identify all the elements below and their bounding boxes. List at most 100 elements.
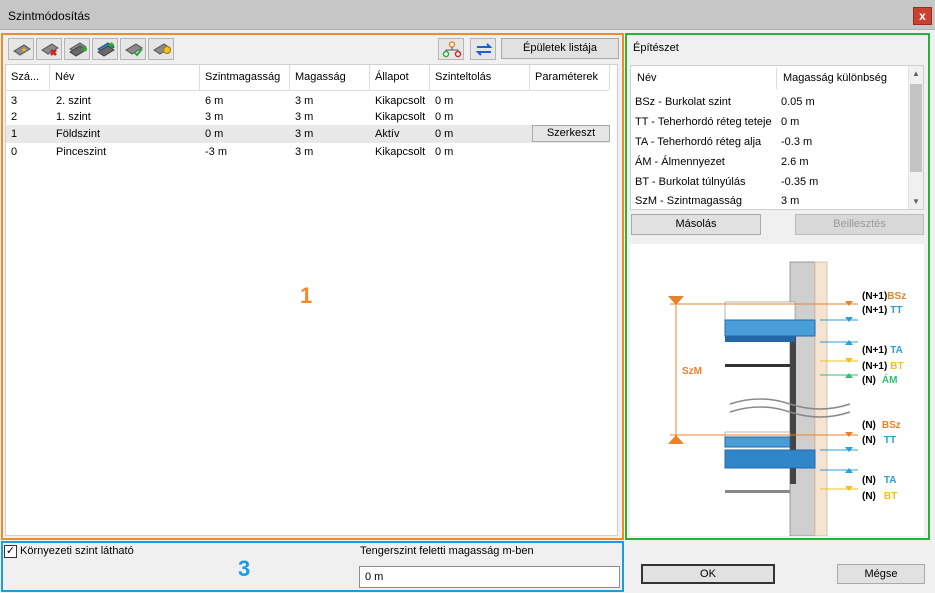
cell-height: 3 m bbox=[295, 146, 314, 158]
cancel-button[interactable]: Mégse bbox=[837, 564, 925, 584]
scroll-up-icon[interactable]: ▲ bbox=[909, 66, 923, 81]
table-row[interactable]: 2 1. szint 3 m 3 m Kikapcsolt 0 m bbox=[6, 108, 609, 126]
cell-offset: 0 m bbox=[435, 146, 454, 158]
label-code: BT bbox=[884, 491, 897, 502]
level-properties-icon[interactable] bbox=[120, 38, 146, 60]
label-code: BSz bbox=[887, 291, 906, 302]
paste-button[interactable]: Beillesztés bbox=[795, 214, 924, 235]
lower-label-ta: (N) TA bbox=[862, 475, 896, 486]
cell-offset: 0 m bbox=[435, 111, 454, 123]
label-prefix: (N) bbox=[862, 435, 876, 446]
section-marker-3: 3 bbox=[238, 556, 251, 581]
cell-state: Kikapcsolt bbox=[375, 111, 426, 123]
column-header-number[interactable]: Szá... bbox=[6, 65, 50, 90]
table-row[interactable]: 0 Pinceszint -3 m 3 m Kikapcsolt 0 m bbox=[6, 143, 609, 161]
architecture-list: Név Magasság különbség BSz - Burkolat sz… bbox=[630, 65, 924, 210]
column-header-parameters[interactable]: Paraméterek bbox=[530, 65, 610, 90]
label-prefix: (N) bbox=[862, 491, 876, 502]
lower-label-bt: (N) BT bbox=[862, 491, 897, 502]
cell-height: 3 m bbox=[295, 128, 314, 140]
list-item[interactable]: TT - Teherhordó réteg teteje 0 m bbox=[631, 112, 909, 132]
item-value: 2.6 m bbox=[781, 156, 809, 168]
table-row[interactable]: 1 Földszint 0 m 3 m Aktív 0 m Szerkeszt bbox=[6, 125, 610, 143]
column-header-level-height[interactable]: Szintmagasság bbox=[200, 65, 290, 90]
scroll-thumb[interactable] bbox=[910, 84, 922, 172]
close-button[interactable]: x bbox=[913, 7, 932, 25]
swap-arrows-icon[interactable] bbox=[470, 38, 496, 60]
add-level-icon[interactable] bbox=[8, 38, 34, 60]
cell-number: 0 bbox=[11, 146, 18, 158]
cell-name: Pinceszint bbox=[56, 146, 107, 158]
column-header-height-difference[interactable]: Magasság különbség bbox=[777, 66, 907, 91]
upper-label-ta: (N+1) TA bbox=[862, 345, 903, 356]
list-item[interactable]: TA - Teherhordó réteg alja -0.3 m bbox=[631, 132, 909, 152]
item-value: 0.05 m bbox=[781, 96, 815, 108]
cell-level-height: 0 m bbox=[205, 128, 224, 140]
list-item[interactable]: SzM - Szintmagasság 3 m bbox=[631, 191, 909, 209]
label-prefix: (N+1) bbox=[862, 345, 887, 356]
lower-label-tt: (N) TT bbox=[862, 435, 896, 446]
insert-level-below-icon[interactable] bbox=[92, 38, 118, 60]
item-name: TT - Teherhordó réteg teteje bbox=[635, 116, 772, 128]
cell-height: 3 m bbox=[295, 111, 314, 123]
upper-label-bsz: (N+1)BSz bbox=[862, 291, 906, 302]
insert-level-above-icon[interactable] bbox=[64, 38, 90, 60]
level-section-drawing: SzM (N+1)BSz (N+1) TT (N+1) TA (N+1) BT (N)… bbox=[668, 261, 906, 537]
edit-parameters-button[interactable]: Szerkeszt bbox=[532, 125, 610, 142]
szm-dimension-label: SzM bbox=[682, 366, 702, 377]
label-code: TT bbox=[890, 305, 902, 316]
label-prefix: (N) bbox=[862, 375, 876, 386]
item-value: -0.3 m bbox=[781, 136, 813, 148]
buildings-list-button[interactable]: Épületek listája bbox=[501, 38, 619, 59]
cell-number: 2 bbox=[11, 111, 18, 123]
ok-button[interactable]: OK bbox=[641, 564, 775, 584]
hierarchy-icon[interactable] bbox=[438, 38, 464, 60]
label-code: ÁM bbox=[882, 373, 898, 386]
list-scrollbar[interactable]: ▲ ▼ bbox=[908, 66, 923, 209]
architecture-title: Építészet bbox=[633, 42, 679, 54]
level-section-diagram: SzM (N+1)BSz (N+1) TT (N+1) TA (N+1) BT (N)… bbox=[630, 244, 924, 537]
title-bar: Szintmódosítás x bbox=[0, 0, 935, 30]
cell-level-height: 3 m bbox=[205, 111, 224, 123]
set-active-level-icon[interactable] bbox=[148, 38, 174, 60]
item-value: -0.35 m bbox=[781, 176, 819, 188]
list-item[interactable]: BSz - Burkolat szint 0.05 m bbox=[631, 92, 909, 112]
section-marker-1: 1 bbox=[300, 283, 313, 308]
cell-offset: 0 m bbox=[435, 128, 454, 140]
window-title: Szintmódosítás bbox=[8, 9, 91, 23]
cell-number: 1 bbox=[11, 128, 18, 140]
sea-level-input[interactable]: 0 m bbox=[359, 566, 620, 588]
cell-name: Földszint bbox=[56, 128, 101, 140]
label-prefix: (N+1) bbox=[862, 291, 887, 302]
upper-label-bt: (N+1) BT bbox=[862, 361, 904, 372]
item-name: TA - Teherhordó réteg alja bbox=[635, 136, 762, 148]
column-header-name[interactable]: Név bbox=[50, 65, 200, 90]
column-header-state[interactable]: Állapot bbox=[370, 65, 430, 90]
list-item[interactable]: BT - Burkolat túlnyúlás -0.35 m bbox=[631, 172, 909, 192]
label-code: TA bbox=[884, 475, 897, 486]
scroll-down-icon[interactable]: ▼ bbox=[909, 194, 923, 209]
label-prefix: (N) bbox=[862, 420, 876, 431]
label-code: TT bbox=[884, 435, 896, 446]
item-name: BT - Burkolat túlnyúlás bbox=[635, 176, 746, 188]
copy-button[interactable]: Másolás bbox=[631, 214, 761, 235]
cell-level-height: -3 m bbox=[205, 146, 227, 158]
column-header-name[interactable]: Név bbox=[631, 66, 776, 91]
cell-state: Kikapcsolt bbox=[375, 146, 426, 158]
column-header-height[interactable]: Magasság bbox=[290, 65, 370, 90]
header-divider bbox=[6, 90, 609, 91]
label-code: BT bbox=[890, 361, 903, 372]
sea-level-label: Tengerszint feletti magasság m-ben bbox=[360, 545, 534, 557]
cell-name: 1. szint bbox=[56, 111, 91, 123]
upper-label-tt: (N+1) TT bbox=[862, 305, 903, 316]
item-value: 3 m bbox=[781, 195, 800, 207]
delete-level-icon[interactable] bbox=[36, 38, 62, 60]
list-item[interactable]: ÁM - Álmennyezet 2.6 m bbox=[631, 152, 909, 172]
item-value: 0 m bbox=[781, 116, 800, 128]
column-header-offset[interactable]: Szinteltolás bbox=[430, 65, 530, 90]
label-code: BSz bbox=[882, 420, 901, 431]
environment-visible-label: Környezeti szint látható bbox=[20, 545, 134, 557]
item-name: ÁM - Álmennyezet bbox=[635, 156, 725, 168]
label-prefix: (N+1) bbox=[862, 361, 887, 372]
environment-visible-checkbox[interactable]: ✓ bbox=[4, 545, 17, 558]
